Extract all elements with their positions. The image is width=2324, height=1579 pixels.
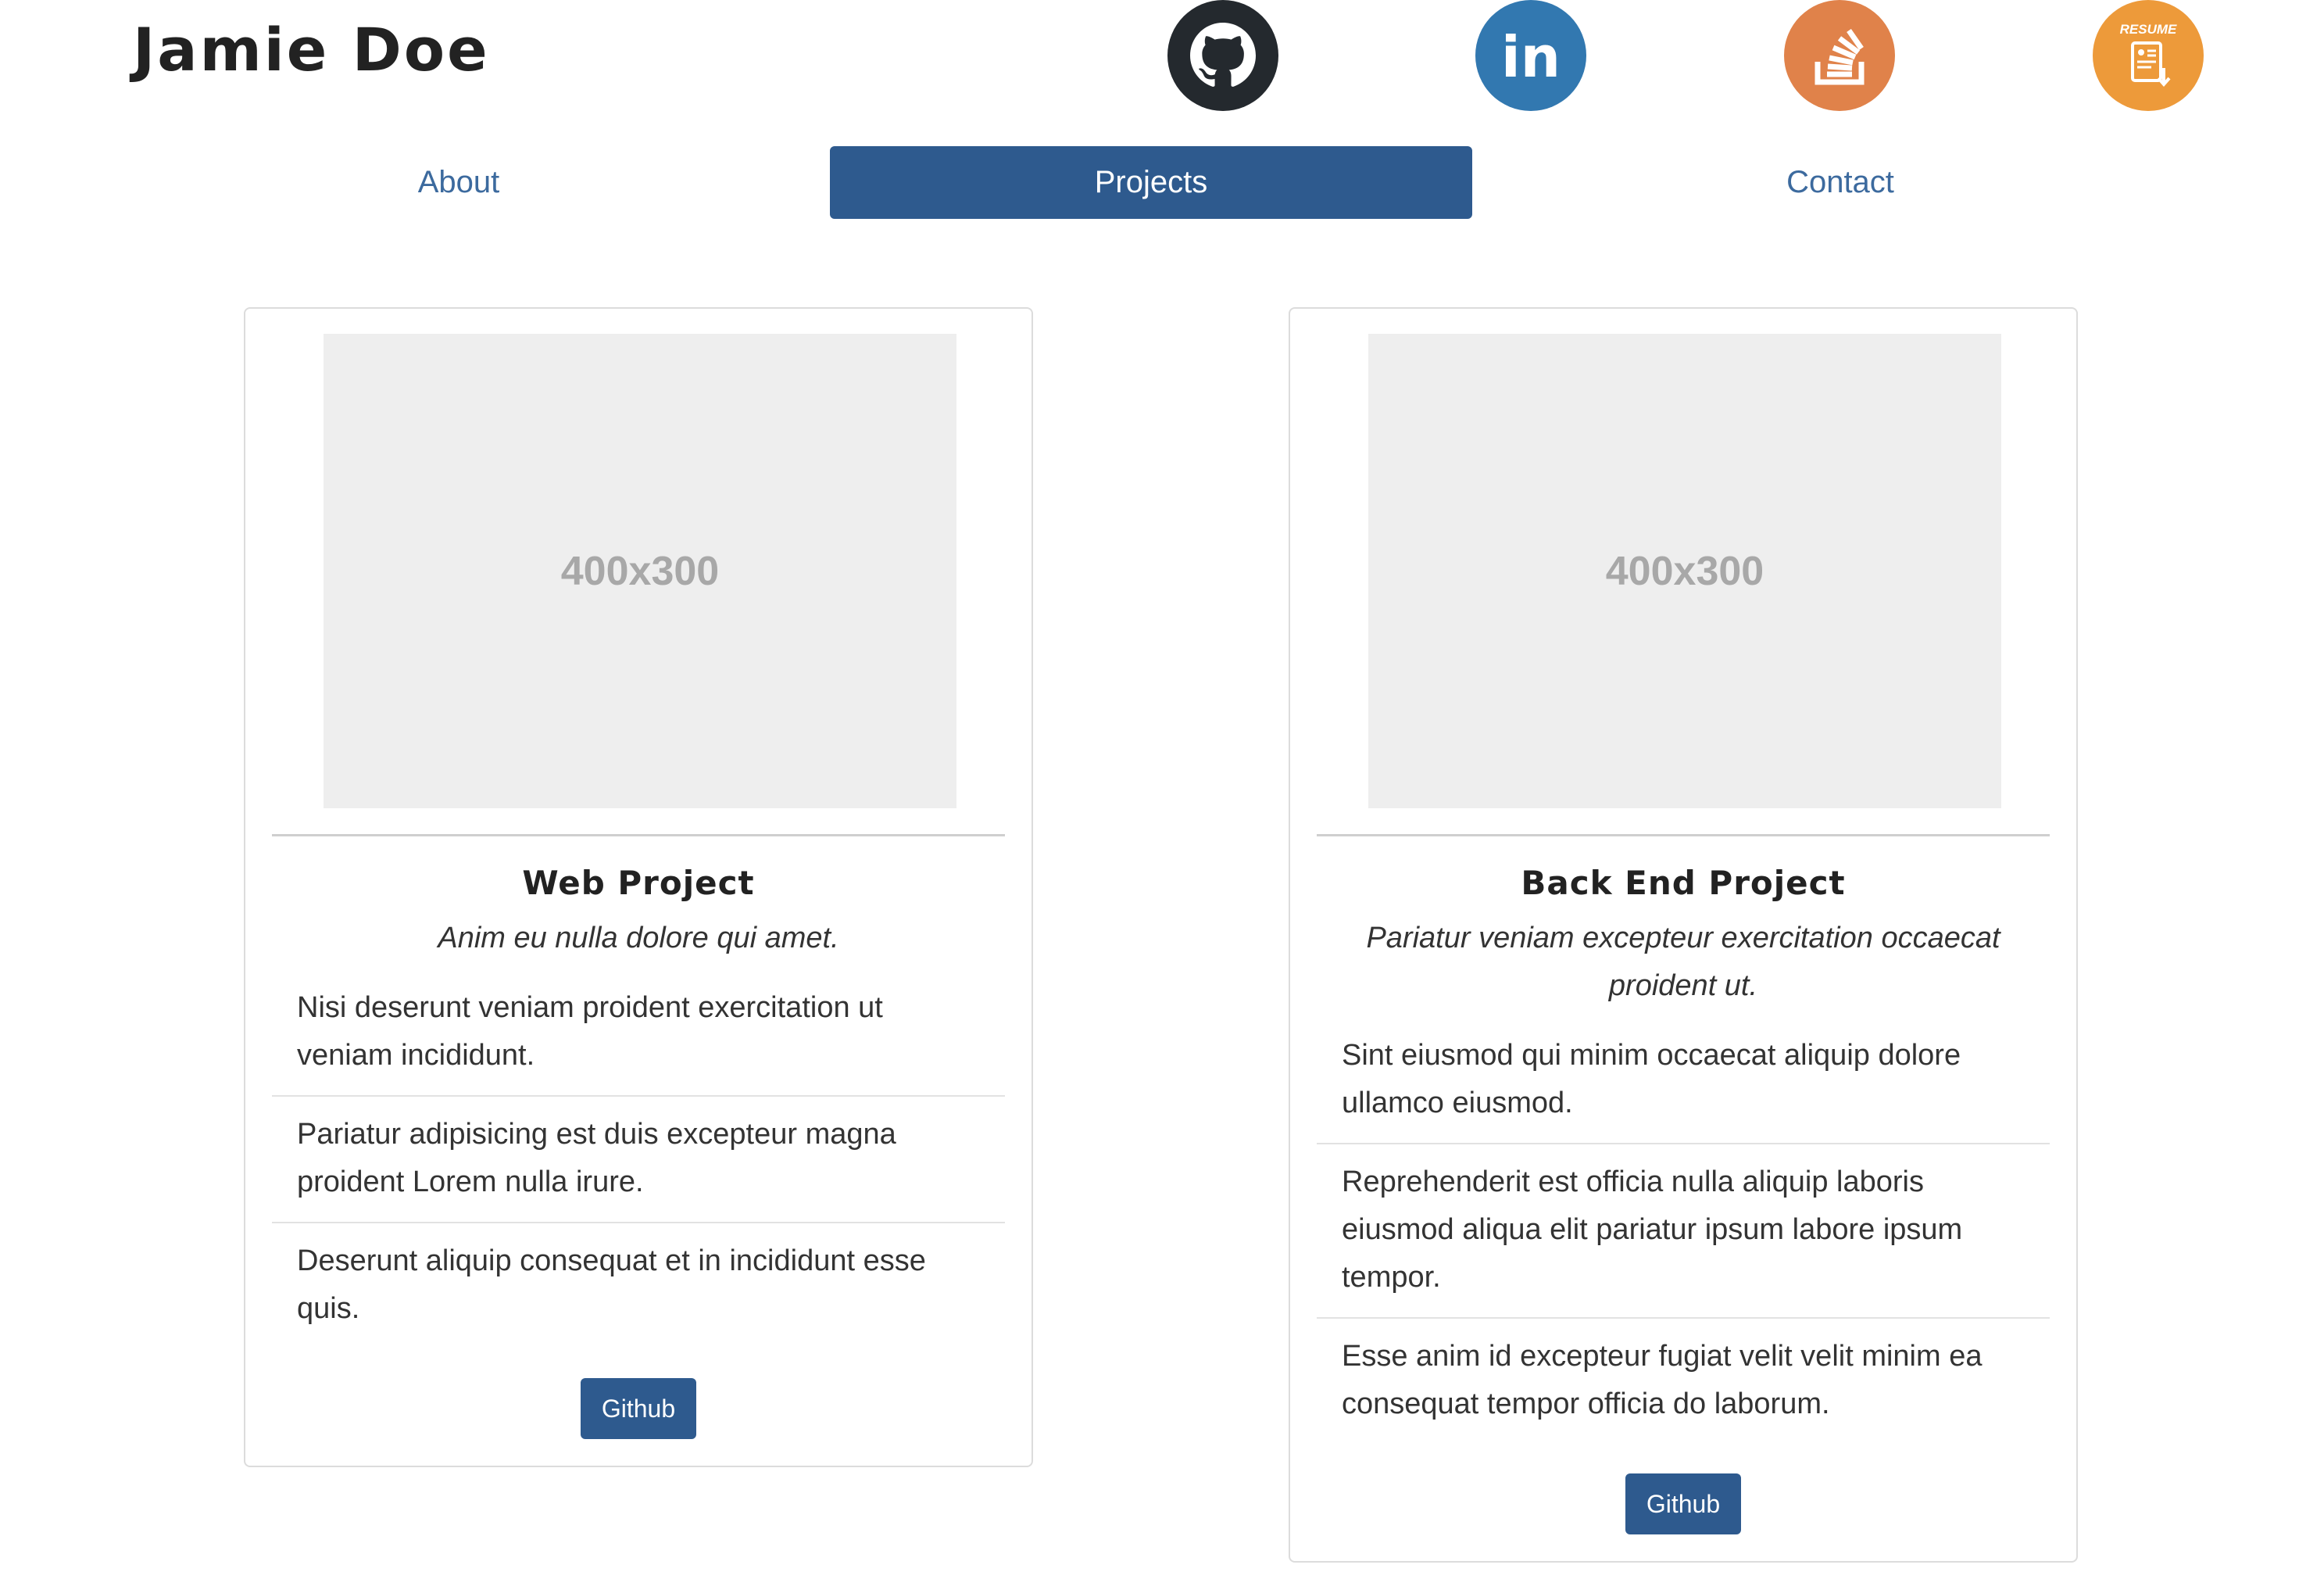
github-link[interactable] — [1167, 0, 1278, 111]
github-button[interactable]: Github — [1625, 1473, 1741, 1534]
project-subtitle: Anim eu nulla dolore qui amet. — [438, 922, 839, 954]
stackoverflow-link[interactable] — [1784, 0, 1895, 111]
project-feature-list: Sint eiusmod qui minim occaecat aliquip … — [1317, 1029, 2050, 1444]
list-item: Deserunt aliquip consequat et in incidid… — [297, 1244, 926, 1325]
project-title: Web Project — [522, 864, 755, 902]
list-item: Reprehenderit est officia nulla aliquip … — [1317, 1144, 2050, 1319]
resume-label: RESUME — [2120, 22, 2177, 37]
linkedin-icon: in — [1501, 24, 1561, 90]
project-card-backend: 400x300 Back End Project Pariatur veniam… — [1289, 307, 2078, 1563]
github-button[interactable]: Github — [581, 1378, 696, 1439]
stackoverflow-icon — [1815, 29, 1865, 85]
list-item: Nisi deserunt veniam proident exercitati… — [272, 981, 1005, 1097]
list-item: Pariatur adipisicing est duis excepteur … — [272, 1097, 1005, 1223]
project-image-container: 400x300 — [272, 309, 1005, 836]
project-subtitle: Pariatur veniam excepteur exercitation o… — [1366, 922, 2000, 1002]
github-icon — [1190, 23, 1256, 87]
resume-icon: RESUME — [2120, 22, 2177, 88]
project-image-placeholder: 400x300 — [1368, 334, 2001, 808]
project-image-container: 400x300 — [1317, 309, 2050, 836]
list-item: Esse anim id excepteur fugiat velit veli… — [1342, 1340, 1983, 1420]
tab-about[interactable]: About — [138, 146, 780, 219]
project-title: Back End Project — [1521, 864, 1846, 902]
site-title: Jamie Doe — [133, 15, 490, 84]
linkedin-link[interactable]: in — [1475, 0, 1586, 111]
tab-projects[interactable]: Projects — [830, 146, 1472, 219]
resume-link[interactable]: RESUME — [2093, 0, 2204, 111]
project-feature-list: Nisi deserunt veniam proident exercitati… — [272, 981, 1005, 1348]
list-item: Sint eiusmod qui minim occaecat aliquip … — [1317, 1029, 2050, 1144]
tab-contact[interactable]: Contact — [1519, 146, 2161, 219]
project-image-placeholder: 400x300 — [324, 334, 956, 808]
project-card-web: 400x300 Web Project Anim eu nulla dolore… — [244, 307, 1033, 1467]
